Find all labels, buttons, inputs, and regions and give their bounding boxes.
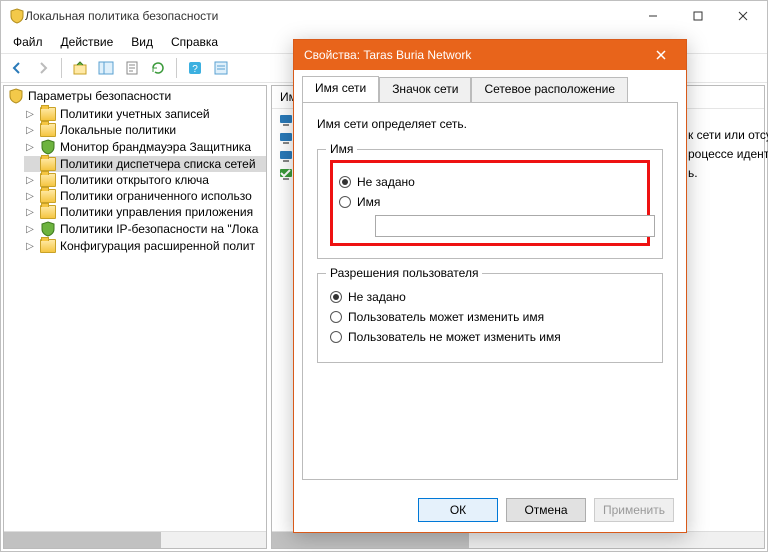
expand-icon[interactable]: ▷ bbox=[24, 174, 36, 186]
tree-item-label: Конфигурация расширенной полит bbox=[60, 239, 255, 253]
shield-icon bbox=[40, 139, 56, 155]
back-button[interactable] bbox=[5, 56, 29, 80]
radio-perm-cannot-change[interactable]: Пользователь не может изменить имя bbox=[330, 330, 650, 344]
tree-item-label: Политики управления приложения bbox=[60, 205, 253, 219]
tree-item-label: Политики учетных записей bbox=[60, 107, 210, 121]
tree-item-label: Политики ограниченного использо bbox=[60, 189, 252, 203]
network-icon bbox=[278, 148, 294, 164]
list-scrollbar[interactable] bbox=[272, 531, 764, 548]
radio-icon bbox=[330, 311, 342, 323]
dialog-close-button[interactable] bbox=[646, 40, 676, 70]
folder-icon bbox=[40, 239, 56, 253]
tab-network-icon[interactable]: Значок сети bbox=[379, 77, 471, 103]
dialog-description: Имя сети определяет сеть. bbox=[317, 117, 663, 131]
radio-icon bbox=[339, 196, 351, 208]
expand-icon[interactable]: ▷ bbox=[24, 108, 36, 120]
tree-item[interactable]: Политики диспетчера списка сетей bbox=[24, 156, 266, 172]
folder-icon bbox=[40, 123, 56, 137]
name-input[interactable] bbox=[375, 215, 655, 237]
tree-item[interactable]: ▷ Политики ограниченного использо bbox=[24, 188, 266, 204]
window-title: Локальная политика безопасности bbox=[25, 9, 630, 23]
tree-pane: Параметры безопасности ▷ Политики учетных… bbox=[3, 85, 267, 549]
forward-button[interactable] bbox=[31, 56, 55, 80]
tab-network-location[interactable]: Сетевое расположение bbox=[471, 77, 628, 103]
folder-icon bbox=[40, 173, 56, 187]
expand-icon[interactable]: ▷ bbox=[24, 190, 36, 202]
radio-name-notset[interactable]: Не задано bbox=[339, 175, 641, 189]
menu-action[interactable]: Действие bbox=[53, 33, 122, 51]
tree-item[interactable]: ▷ Конфигурация расширенной полит bbox=[24, 238, 266, 254]
tab-panel: Имя сети определяет сеть. Имя Не задано … bbox=[302, 102, 678, 480]
expand-icon[interactable]: ▷ bbox=[24, 223, 36, 235]
tree-item[interactable]: ▷ Политики IP-безопасности на "Лока bbox=[24, 220, 266, 238]
tree-root-label: Параметры безопасности bbox=[28, 89, 171, 103]
expand-icon[interactable]: ▷ bbox=[24, 240, 36, 252]
show-tree-button[interactable] bbox=[94, 56, 118, 80]
tree-root[interactable]: Параметры безопасности bbox=[4, 86, 266, 106]
tree-item-label: Монитор брандмауэра Защитника bbox=[60, 140, 251, 154]
minimize-button[interactable] bbox=[630, 2, 675, 30]
tree-item[interactable]: ▷ Политики учетных записей bbox=[24, 106, 266, 122]
radio-name-custom[interactable]: Имя bbox=[339, 195, 641, 209]
export-button[interactable] bbox=[120, 56, 144, 80]
tree-item-label: Локальные политики bbox=[60, 123, 176, 137]
network-icon bbox=[278, 166, 294, 182]
up-button[interactable] bbox=[68, 56, 92, 80]
radio-icon bbox=[330, 291, 342, 303]
refresh-button[interactable] bbox=[146, 56, 170, 80]
radio-icon bbox=[339, 176, 351, 188]
cancel-button[interactable]: Отмена bbox=[506, 498, 586, 522]
bg-text-1: к сети или отсу bbox=[688, 128, 768, 142]
apply-button[interactable]: Применить bbox=[594, 498, 674, 522]
legend-permissions: Разрешения пользователя bbox=[326, 266, 482, 280]
bg-text-2: роцессе идентиф bbox=[688, 147, 768, 161]
radio-icon bbox=[330, 331, 342, 343]
dialog-titlebar: Свойства: Taras Buria Network bbox=[294, 40, 686, 70]
tree-item[interactable]: ▷ Локальные политики bbox=[24, 122, 266, 138]
ok-button[interactable]: ОК bbox=[418, 498, 498, 522]
properties-dialog: Свойства: Taras Buria Network Имя сети З… bbox=[293, 39, 687, 533]
svg-text:?: ? bbox=[192, 64, 198, 75]
tree-item-label: Политики открытого ключа bbox=[60, 173, 209, 187]
legend-name: Имя bbox=[326, 142, 357, 156]
highlight-box: Не задано Имя bbox=[330, 160, 650, 246]
folder-icon bbox=[40, 189, 56, 203]
dialog-button-row: ОК Отмена Применить bbox=[294, 488, 686, 532]
dialog-title: Свойства: Taras Buria Network bbox=[304, 48, 646, 62]
folder-icon bbox=[40, 205, 56, 219]
tree-item[interactable]: ▷ Политики управления приложения bbox=[24, 204, 266, 220]
help-button[interactable]: ? bbox=[183, 56, 207, 80]
tab-network-name[interactable]: Имя сети bbox=[302, 76, 379, 102]
expand-icon[interactable]: ▷ bbox=[24, 124, 36, 136]
radio-perm-can-change[interactable]: Пользователь может изменить имя bbox=[330, 310, 650, 324]
bg-text-3: ь. bbox=[688, 166, 698, 180]
folder-icon bbox=[40, 157, 56, 171]
expand-icon[interactable] bbox=[24, 158, 36, 170]
maximize-button[interactable] bbox=[675, 2, 720, 30]
network-icon bbox=[278, 112, 294, 128]
radio-perm-notset[interactable]: Не задано bbox=[330, 290, 650, 304]
close-button[interactable] bbox=[720, 2, 765, 30]
tab-strip: Имя сети Значок сети Сетевое расположени… bbox=[294, 70, 686, 102]
app-icon bbox=[9, 8, 25, 24]
tree-item-label: Политики диспетчера списка сетей bbox=[60, 157, 256, 171]
shield-icon bbox=[40, 221, 56, 237]
menu-file[interactable]: Файл bbox=[5, 33, 51, 51]
expand-icon[interactable]: ▷ bbox=[24, 206, 36, 218]
tree-item[interactable]: ▷ Монитор брандмауэра Защитника bbox=[24, 138, 266, 156]
network-icon bbox=[278, 130, 294, 146]
tree-item-label: Политики IP-безопасности на "Лока bbox=[60, 222, 258, 236]
fieldset-name: Имя Не задано Имя bbox=[317, 149, 663, 259]
folder-icon bbox=[40, 107, 56, 121]
menu-help[interactable]: Справка bbox=[163, 33, 226, 51]
titlebar: Локальная политика безопасности bbox=[1, 1, 767, 31]
expand-icon[interactable]: ▷ bbox=[24, 141, 36, 153]
tree-scrollbar[interactable] bbox=[4, 531, 266, 548]
tree-item[interactable]: ▷ Политики открытого ключа bbox=[24, 172, 266, 188]
properties-button[interactable] bbox=[209, 56, 233, 80]
fieldset-permissions: Разрешения пользователя Не задано Пользо… bbox=[317, 273, 663, 363]
menu-view[interactable]: Вид bbox=[123, 33, 161, 51]
